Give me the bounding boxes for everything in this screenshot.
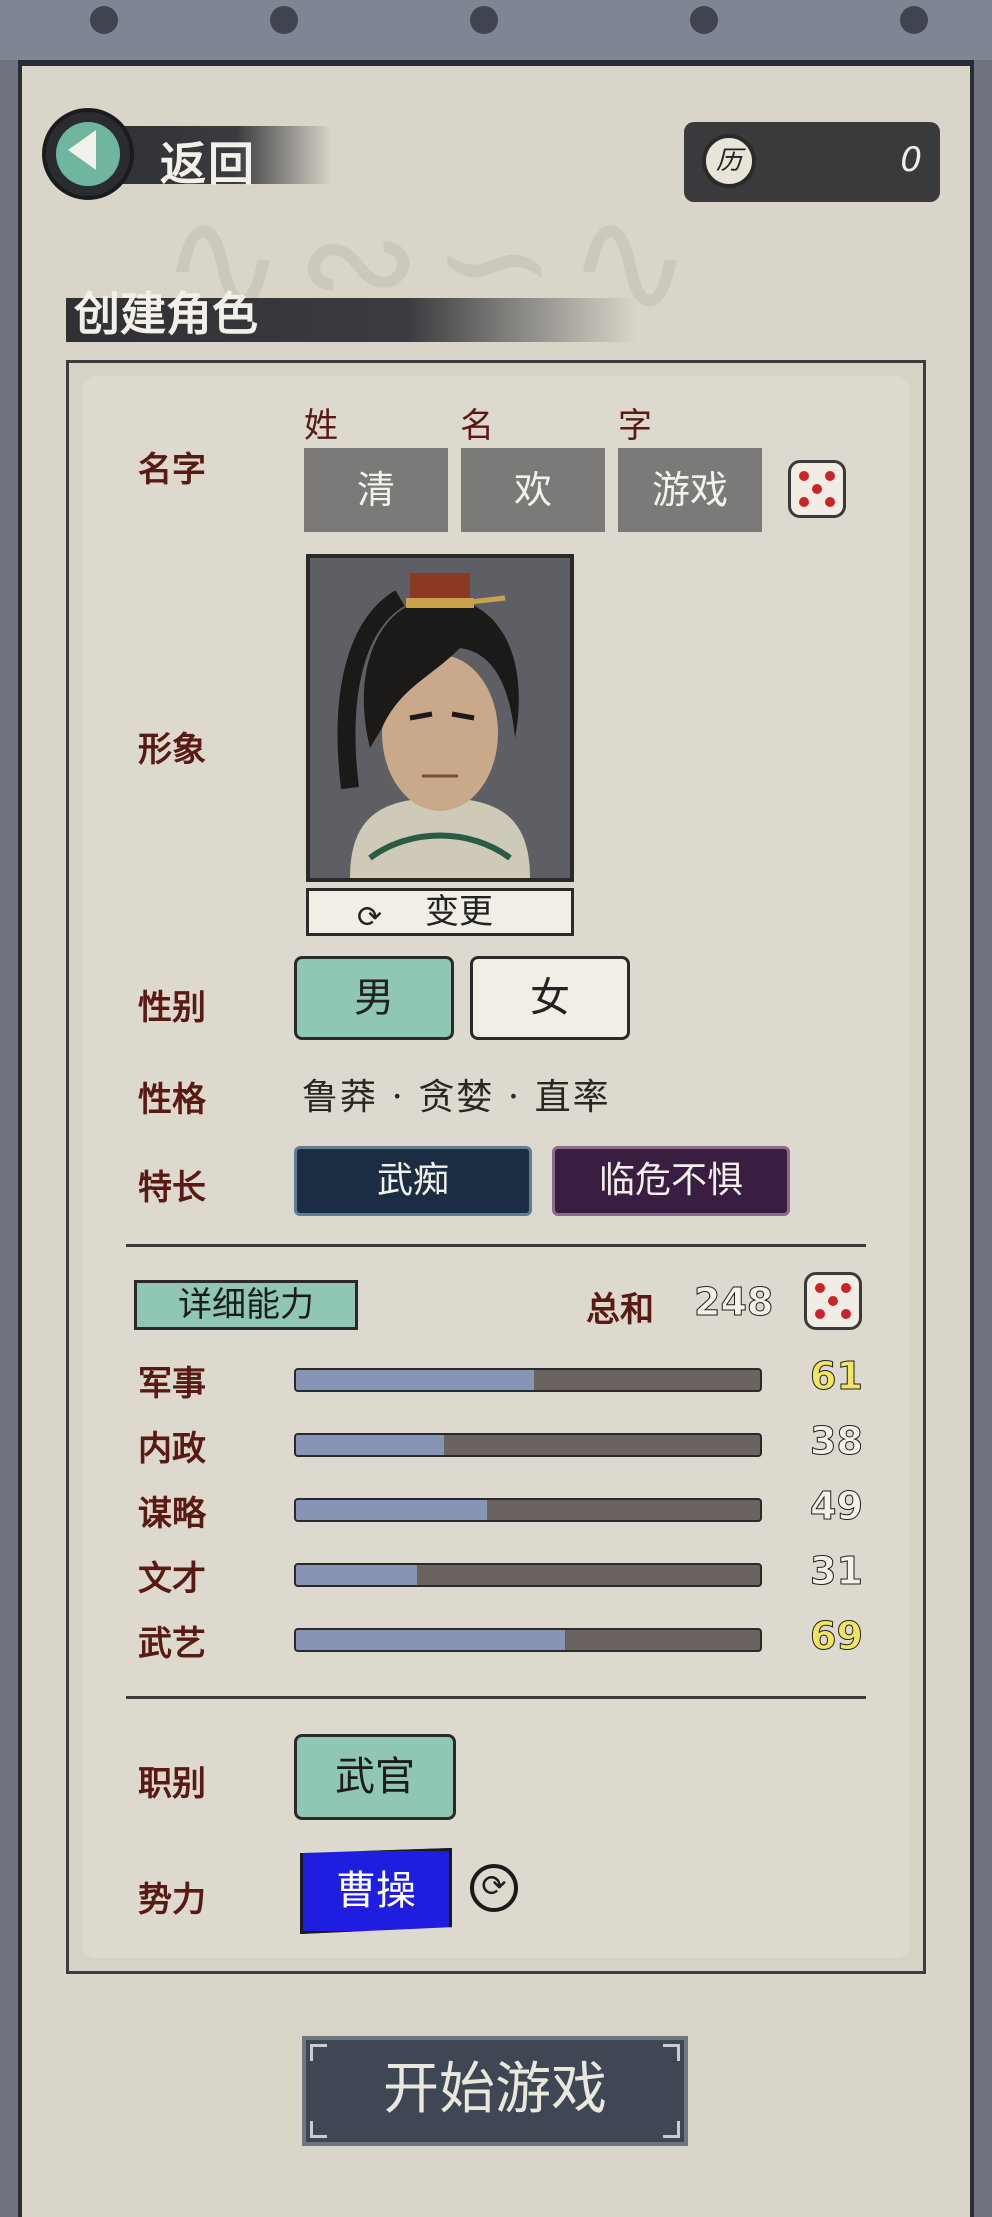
- stat-label: 武艺: [138, 1624, 206, 1664]
- divider: [126, 1696, 866, 1699]
- stat-label: 谋略: [138, 1494, 206, 1534]
- faction-refresh-icon[interactable]: ⟳: [470, 1864, 518, 1912]
- top-ornament-border: [0, 0, 992, 66]
- stat-bar-fill: [296, 1370, 534, 1390]
- given-name-field[interactable]: 欢: [461, 448, 605, 532]
- skill-badge-martial[interactable]: 武痴: [294, 1146, 532, 1216]
- faction-label: 势力: [138, 1880, 206, 1920]
- left-frame-border: [0, 60, 22, 2217]
- skill-badge-fearless[interactable]: 临危不惧: [552, 1146, 790, 1216]
- character-portrait: [306, 554, 574, 882]
- back-button[interactable]: 返回: [42, 108, 332, 200]
- randomize-name-dice-icon[interactable]: [788, 460, 846, 518]
- randomize-stats-dice-icon[interactable]: [804, 1272, 862, 1330]
- stat-bar-fill: [296, 1565, 417, 1585]
- stat-bar-fill: [296, 1500, 487, 1520]
- detailed-abilities-tag: 详细能力: [134, 1280, 358, 1330]
- job-button[interactable]: 武官: [294, 1734, 456, 1820]
- courtesy-name-field[interactable]: 游戏: [618, 448, 762, 532]
- refresh-icon: ⟳: [357, 900, 383, 935]
- stat-value: 38: [810, 1419, 864, 1464]
- stat-bar: [294, 1563, 762, 1587]
- stat-value: 69: [810, 1614, 864, 1659]
- page-title: 创建角色: [74, 287, 258, 341]
- change-portrait-button[interactable]: ⟳ 变更: [306, 888, 574, 936]
- stat-label: 内政: [138, 1429, 206, 1469]
- back-label: 返回: [160, 137, 256, 191]
- personality-label: 性格: [138, 1080, 206, 1120]
- coin-icon: 历: [702, 134, 756, 188]
- stat-bar-fill: [296, 1630, 565, 1650]
- name-label: 名字: [138, 450, 206, 490]
- faction-flag[interactable]: 曹操: [300, 1848, 452, 1934]
- given-name-col-label: 名: [460, 406, 494, 446]
- total-value: 248: [693, 1280, 774, 1325]
- stat-value: 49: [810, 1484, 864, 1529]
- gender-male-button[interactable]: 男: [294, 956, 454, 1040]
- start-game-button[interactable]: 开始游戏: [302, 2036, 688, 2146]
- specialty-label: 特长: [138, 1168, 206, 1208]
- portrait-label: 形象: [138, 730, 206, 770]
- gender-label: 性别: [138, 988, 206, 1028]
- change-portrait-label: 变更: [425, 892, 493, 932]
- stat-bar-fill: [296, 1435, 444, 1455]
- right-frame-border: [970, 60, 992, 2217]
- surname-col-label: 姓: [304, 406, 338, 446]
- stat-bar: [294, 1498, 762, 1522]
- stat-bar: [294, 1433, 762, 1457]
- job-label: 职别: [138, 1764, 206, 1804]
- stat-value: 61: [810, 1354, 864, 1399]
- start-game-label: 开始游戏: [383, 2057, 607, 2122]
- stat-label: 文才: [138, 1559, 206, 1599]
- stat-value: 31: [810, 1549, 864, 1594]
- personality-traits: 鲁莽 · 贪婪 · 直率: [302, 1077, 611, 1118]
- back-arrow-icon: [42, 108, 134, 200]
- gender-female-button[interactable]: 女: [470, 956, 630, 1040]
- surname-field[interactable]: 清: [304, 448, 448, 532]
- total-label: 总和: [586, 1290, 654, 1330]
- currency-value: 0: [900, 140, 922, 180]
- stat-bar: [294, 1368, 762, 1392]
- divider: [126, 1244, 866, 1247]
- stat-bar: [294, 1628, 762, 1652]
- currency-display: 历 0: [684, 122, 940, 202]
- stat-label: 军事: [138, 1364, 206, 1404]
- courtesy-name-col-label: 字: [618, 406, 652, 446]
